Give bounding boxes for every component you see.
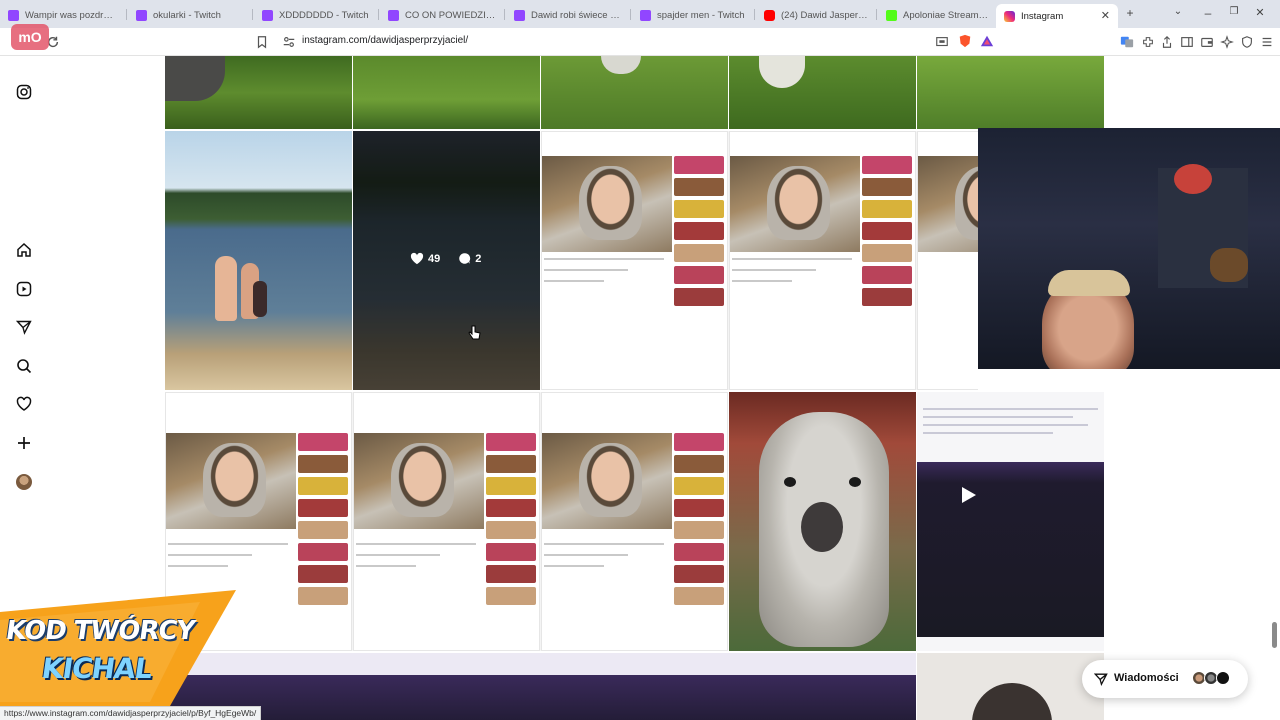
instagram-logo-icon[interactable] — [16, 84, 32, 100]
avatar — [1216, 671, 1230, 685]
browser-tab-bar: Wampir was pozdrawia - okularki - Twitch… — [0, 0, 1280, 28]
minimize-icon[interactable]: – — [1200, 6, 1216, 20]
vpn-shield-icon[interactable] — [1240, 35, 1254, 49]
twitch-icon — [388, 9, 399, 21]
cast-icon[interactable] — [935, 35, 949, 49]
browser-tab[interactable]: (24) Dawid Jasper Zaj — [756, 4, 876, 26]
post-tile[interactable] — [541, 56, 728, 129]
link-status-bar: https://www.instagram.com/dawidjasperprz… — [0, 706, 262, 720]
post-hover-stats: 49 2 — [410, 252, 499, 265]
twitch-icon — [514, 9, 525, 21]
comment-icon — [459, 253, 471, 264]
post-tile[interactable] — [165, 653, 916, 720]
leo-ai-icon[interactable] — [1220, 35, 1234, 49]
home-icon[interactable] — [16, 242, 32, 258]
extensions-icon[interactable] — [1141, 35, 1155, 49]
direct-icon[interactable] — [16, 319, 32, 335]
share-icon[interactable] — [1160, 35, 1174, 49]
create-icon[interactable] — [16, 435, 32, 451]
twitch-icon — [640, 9, 651, 21]
new-tab-icon[interactable]: + — [1122, 6, 1138, 20]
streamer-logo: mO — [11, 24, 49, 50]
instagram-icon — [1004, 10, 1015, 22]
messages-label: Wiadomości — [1114, 672, 1179, 684]
twitch-icon — [136, 9, 147, 21]
tab-list-chevron-icon[interactable]: ⌄ — [1170, 6, 1186, 17]
notifications-icon[interactable] — [16, 396, 32, 412]
messages-button[interactable]: Wiadomości — [1082, 660, 1248, 698]
creator-code-title: KOD TWÓRCY — [3, 616, 197, 646]
post-tile[interactable] — [917, 56, 1104, 129]
bookmark-icon[interactable] — [255, 35, 269, 49]
brave-shield-icon[interactable] — [958, 34, 972, 48]
browser-tab[interactable]: CO ON POWIEDZIAŁ XDD — [380, 4, 504, 26]
twitch-icon — [8, 9, 19, 21]
comment-count: 2 — [475, 252, 482, 265]
browser-tab[interactable]: Apoloniae Stream - Watc — [878, 4, 998, 26]
youtube-icon — [764, 9, 775, 21]
close-tab-icon[interactable]: ✕ — [1101, 9, 1110, 22]
creator-code-badge: KOD TWÓRCY KICHAL — [0, 590, 236, 706]
browser-tab[interactable]: XDDDDDDD - Twitch — [254, 4, 378, 26]
cursor-hand-icon — [468, 325, 481, 340]
wallet-icon[interactable] — [1200, 35, 1214, 49]
sidebar-icon[interactable] — [1180, 35, 1194, 49]
translate-icon[interactable] — [1120, 35, 1134, 49]
post-tile[interactable] — [729, 392, 916, 651]
site-settings-icon[interactable] — [282, 35, 296, 49]
menu-icon[interactable] — [1260, 35, 1274, 49]
restore-icon[interactable]: ❐ — [1226, 6, 1242, 17]
close-window-icon[interactable]: ✕ — [1252, 6, 1268, 19]
like-count: 49 — [428, 252, 441, 265]
brave-rewards-icon[interactable] — [980, 34, 994, 48]
heart-icon — [410, 252, 424, 265]
address-bar[interactable]: instagram.com/dawidjasperprzyjaciel/ — [302, 35, 468, 46]
browser-tab[interactable]: Dawid robi świece - Twitc — [506, 4, 630, 26]
browser-toolbar: instagram.com/dawidjasperprzyjaciel/ — [0, 28, 1280, 56]
direct-icon — [1094, 673, 1108, 686]
browser-tab[interactable]: Wampir was pozdrawia - — [0, 4, 126, 26]
badge-background — [0, 590, 236, 706]
post-tile[interactable] — [353, 56, 540, 129]
reels-icon[interactable] — [16, 281, 32, 297]
post-tile[interactable] — [165, 56, 352, 129]
play-icon — [962, 487, 976, 503]
twitch-icon — [262, 9, 273, 21]
post-tile[interactable] — [729, 56, 916, 129]
search-icon[interactable] — [16, 358, 32, 374]
post-tile[interactable] — [541, 131, 978, 390]
creator-code-value: KICHAL — [39, 652, 154, 685]
browser-tab[interactable]: spajder men - Twitch — [632, 4, 754, 26]
kick-icon — [886, 9, 897, 21]
post-tile[interactable] — [165, 131, 352, 390]
post-tile[interactable] — [917, 392, 1104, 651]
streamer-webcam — [978, 128, 1280, 369]
post-tile[interactable] — [165, 392, 728, 651]
browser-tab-active[interactable]: Instagram ✕ — [996, 4, 1118, 28]
scrollbar-thumb[interactable] — [1272, 622, 1277, 648]
profile-avatar[interactable] — [16, 474, 32, 490]
post-tile[interactable] — [917, 653, 1104, 720]
browser-tab[interactable]: okularki - Twitch — [128, 4, 252, 26]
